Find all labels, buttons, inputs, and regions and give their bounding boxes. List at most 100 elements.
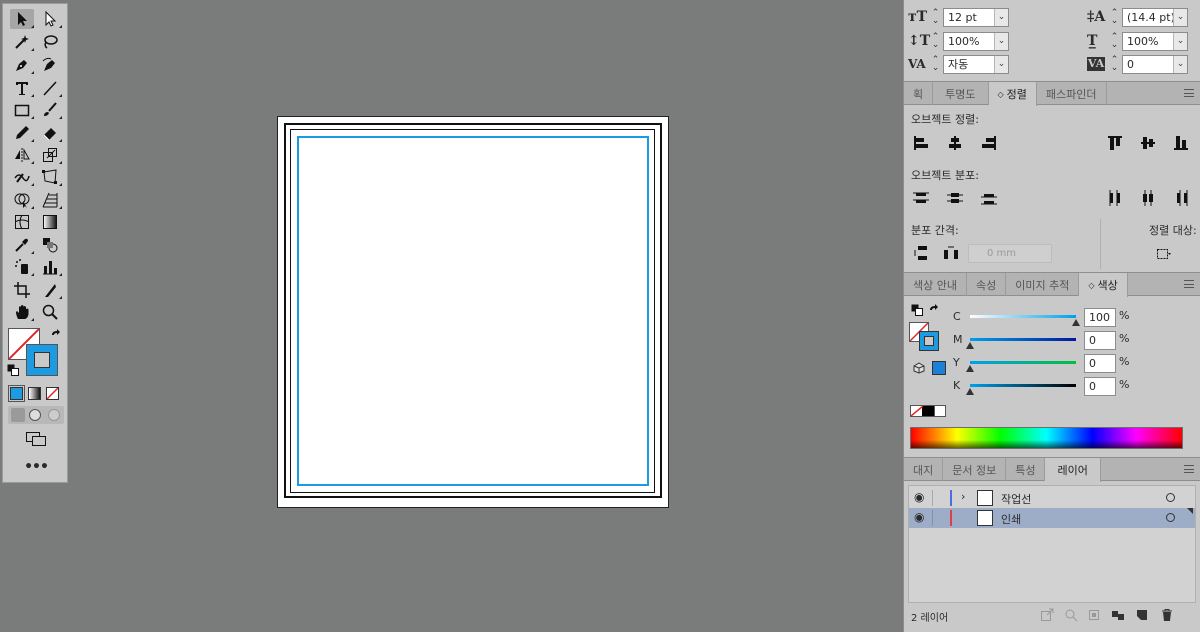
tab-color-guide[interactable]: 색상 안내 bbox=[904, 273, 967, 296]
target-circle-icon[interactable] bbox=[1166, 513, 1175, 522]
horizontal-distribute-space-icon[interactable] bbox=[940, 243, 962, 263]
selected-blue-frame[interactable] bbox=[297, 136, 649, 486]
align-bottom-icon[interactable] bbox=[1170, 133, 1192, 153]
black-swatch[interactable] bbox=[922, 406, 934, 416]
symbol-sprayer-icon[interactable] bbox=[10, 257, 34, 277]
chevron-down-icon[interactable]: ⌄ bbox=[1173, 8, 1187, 26]
tab-properties[interactable]: 특성 bbox=[1006, 458, 1046, 481]
channel-slider-thumb[interactable] bbox=[966, 388, 974, 395]
draw-normal-icon[interactable] bbox=[11, 408, 25, 422]
new-layer-icon[interactable] bbox=[1135, 608, 1149, 622]
pen-tool-icon[interactable] bbox=[10, 55, 34, 75]
chevron-down-icon[interactable]: ⌄ bbox=[994, 55, 1008, 73]
column-graph-icon[interactable] bbox=[38, 257, 62, 277]
vertical-scale-spinner[interactable]: ⌃ ⌄ bbox=[930, 33, 941, 50]
horizontal-scale-field[interactable]: 100% ⌄ bbox=[1122, 31, 1188, 51]
clipping-mask-icon[interactable] bbox=[1087, 608, 1101, 622]
panel-menu-icon[interactable] bbox=[1184, 280, 1194, 288]
reflect-icon[interactable] bbox=[10, 145, 34, 165]
panel-menu-icon[interactable] bbox=[1184, 465, 1194, 473]
artboard-tool-icon[interactable] bbox=[10, 280, 34, 300]
leading-field[interactable]: (14.4 pt) ⌄ bbox=[1122, 7, 1188, 27]
rectangle-tool-icon[interactable] bbox=[10, 100, 34, 120]
tab-attributes[interactable]: 속성 bbox=[967, 273, 1007, 296]
pencil-icon[interactable] bbox=[10, 123, 34, 143]
zoom-tool-icon[interactable] bbox=[38, 302, 62, 322]
edit-toolbar-button[interactable]: ••• bbox=[23, 459, 49, 475]
draw-behind-icon[interactable] bbox=[29, 409, 41, 421]
tab-image-trace[interactable]: 이미지 추적 bbox=[1006, 273, 1080, 296]
channel-slider-thumb[interactable] bbox=[966, 342, 974, 349]
leading-spinner[interactable]: ⌃ ⌄ bbox=[1109, 9, 1120, 26]
swap-colors-icon[interactable] bbox=[928, 304, 940, 316]
channel-value-field-m[interactable]: 0 bbox=[1084, 331, 1116, 350]
target-circle-icon[interactable] bbox=[1166, 493, 1175, 502]
align-top-icon[interactable] bbox=[1104, 133, 1126, 153]
blend-icon[interactable] bbox=[38, 235, 62, 255]
channel-slider-thumb[interactable] bbox=[966, 365, 974, 372]
line-tool-icon[interactable] bbox=[38, 78, 62, 98]
gradient-mode-icon[interactable] bbox=[28, 387, 41, 400]
screen-mode-icon[interactable] bbox=[25, 431, 47, 447]
horizontal-scale-spinner[interactable]: ⌃ ⌄ bbox=[1109, 33, 1120, 50]
tab-align[interactable]: ◇ 정렬 bbox=[988, 82, 1037, 106]
panel-menu-icon[interactable] bbox=[1184, 89, 1194, 97]
websafe-color-swatch[interactable] bbox=[932, 361, 946, 375]
direct-selection-tool-icon[interactable] bbox=[38, 9, 62, 29]
hand-tool-icon[interactable] bbox=[10, 302, 34, 322]
tab-artboards[interactable]: 대지 bbox=[904, 458, 944, 481]
gradient-icon[interactable] bbox=[38, 212, 62, 232]
swap-fill-stroke-icon[interactable] bbox=[50, 329, 62, 341]
mesh-icon[interactable] bbox=[10, 212, 34, 232]
kerning-field[interactable]: 자동 ⌄ bbox=[943, 54, 1009, 74]
distribute-left-icon[interactable] bbox=[1104, 188, 1126, 208]
scale-icon[interactable] bbox=[38, 145, 62, 165]
stroke-swatch[interactable] bbox=[26, 344, 58, 376]
chevron-down-icon[interactable]: ⌄ bbox=[1173, 32, 1187, 50]
distribute-horizontal-center-icon[interactable] bbox=[1137, 188, 1159, 208]
lasso-icon[interactable] bbox=[38, 32, 62, 52]
layer-name[interactable]: 작업선 bbox=[1001, 491, 1031, 507]
channel-value-field-k[interactable]: 0 bbox=[1084, 377, 1116, 396]
channel-value-field-y[interactable]: 0 bbox=[1084, 354, 1116, 373]
channel-slider-m[interactable] bbox=[970, 338, 1076, 341]
export-icon[interactable] bbox=[1040, 608, 1054, 622]
color-mode-icon[interactable] bbox=[8, 385, 25, 402]
chevron-down-icon[interactable]: ⌄ bbox=[1173, 55, 1187, 73]
panel-stroke-swatch[interactable] bbox=[919, 331, 939, 351]
default-fill-stroke-icon[interactable] bbox=[7, 364, 19, 376]
tab-stroke[interactable]: 획 bbox=[904, 82, 934, 105]
tab-layers[interactable]: 레이어 bbox=[1045, 458, 1101, 482]
slice-icon[interactable] bbox=[38, 280, 62, 300]
tracking-spinner[interactable]: ⌃ ⌄ bbox=[1109, 56, 1120, 73]
selection-tool-icon[interactable] bbox=[10, 9, 34, 29]
vertical-scale-field[interactable]: 100% ⌄ bbox=[943, 31, 1009, 51]
align-vertical-center-icon[interactable] bbox=[1137, 133, 1159, 153]
chevron-down-icon[interactable]: ⌄ bbox=[994, 8, 1008, 26]
magic-wand-icon[interactable] bbox=[10, 32, 34, 52]
channel-value-field-c[interactable]: 100 bbox=[1084, 308, 1116, 327]
warp-icon[interactable] bbox=[10, 167, 34, 187]
font-size-field[interactable]: 12 pt ⌄ bbox=[943, 7, 1009, 27]
free-transform-icon[interactable] bbox=[38, 167, 62, 187]
white-swatch[interactable] bbox=[933, 406, 945, 416]
none-mode-icon[interactable] bbox=[46, 387, 59, 400]
none-swatch[interactable] bbox=[911, 406, 923, 416]
eyedropper-icon[interactable] bbox=[10, 235, 34, 255]
curvature-icon[interactable] bbox=[38, 55, 62, 75]
color-spectrum-bar[interactable] bbox=[910, 427, 1183, 449]
chevron-down-icon[interactable]: ⌄ bbox=[994, 32, 1008, 50]
eye-icon[interactable]: ◉ bbox=[914, 510, 924, 524]
layer-name[interactable]: 인쇄 bbox=[1001, 511, 1021, 527]
eye-icon[interactable]: ◉ bbox=[914, 490, 924, 504]
distribute-vertical-center-icon[interactable] bbox=[944, 188, 966, 208]
channel-slider-c[interactable] bbox=[970, 315, 1076, 318]
shape-builder-icon[interactable] bbox=[10, 190, 34, 210]
paintbrush-icon[interactable] bbox=[38, 100, 62, 120]
align-horizontal-center-icon[interactable] bbox=[944, 133, 966, 153]
distribute-bottom-icon[interactable] bbox=[978, 188, 1000, 208]
align-right-icon[interactable] bbox=[978, 133, 1000, 153]
tracking-field[interactable]: 0 ⌄ bbox=[1122, 54, 1188, 74]
layer-row-0[interactable]: ◉ › 작업선 bbox=[909, 488, 1195, 508]
chevron-right-icon[interactable]: › bbox=[961, 490, 965, 503]
